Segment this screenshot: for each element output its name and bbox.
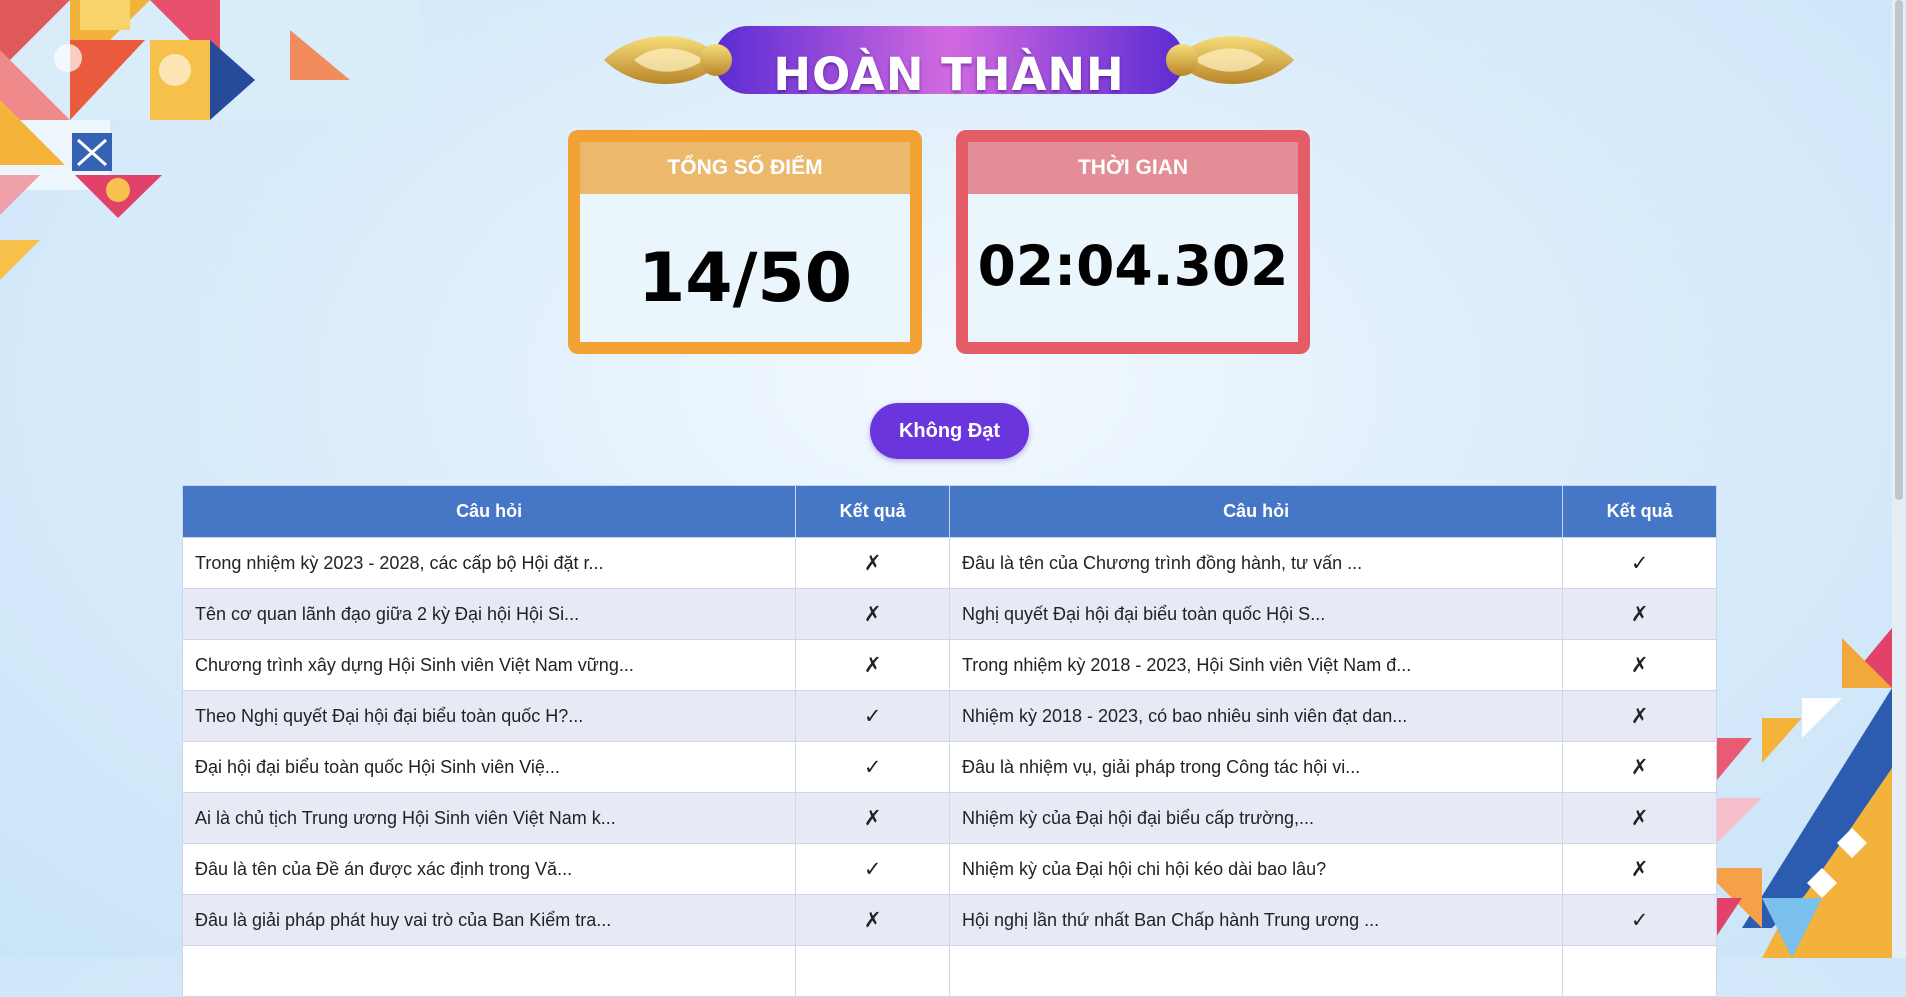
question-cell: Trong nhiệm kỳ 2018 - 2023, Hội Sinh viê… (948, 639, 1564, 691)
table-row: Tên cơ quan lãnh đạo giữa 2 kỳ Đại hội H… (181, 588, 1717, 640)
decorative-pattern-top-left (0, 0, 420, 280)
result-mark: ✓ (1562, 894, 1717, 946)
column-header-result: Kết quả (795, 485, 950, 538)
column-header-question: Câu hỏi (181, 485, 797, 538)
title-banner: HOÀN THÀNH (604, 18, 1294, 102)
scrollbar-thumb[interactable] (1895, 0, 1903, 500)
result-mark: ✓ (795, 741, 950, 793)
result-mark: ✗ (795, 639, 950, 691)
question-cell: Ai là chủ tịch Trung ương Hội Sinh viên … (181, 792, 797, 844)
results-table: Câu hỏi Kết quả Câu hỏi Kết quả Trong nh… (181, 485, 1717, 997)
result-mark: ✗ (795, 894, 950, 946)
question-cell: Đâu là tên của Chương trình đồng hành, t… (948, 537, 1564, 589)
question-cell: Theo Nghị quyết Đại hội đại biểu toàn qu… (181, 690, 797, 742)
table-header-row: Câu hỏi Kết quả Câu hỏi Kết quả (181, 485, 1717, 538)
result-mark: ✗ (795, 537, 950, 589)
result-mark: ✓ (795, 843, 950, 895)
question-cell (948, 945, 1564, 997)
table-row: Đại hội đại biểu toàn quốc Hội Sinh viên… (181, 741, 1717, 793)
result-mark: ✗ (1562, 792, 1717, 844)
question-cell: Nghị quyết Đại hội đại biểu toàn quốc Hộ… (948, 588, 1564, 640)
result-mark: ✗ (795, 588, 950, 640)
table-row: Theo Nghị quyết Đại hội đại biểu toàn qu… (181, 690, 1717, 742)
score-card-label: TỔNG SỐ ĐIỂM (580, 142, 910, 194)
scrollbar[interactable] (1892, 0, 1906, 958)
result-mark (795, 945, 950, 997)
time-card: THỜI GIAN 02:04.302 (956, 130, 1310, 354)
table-row (181, 945, 1717, 997)
result-mark: ✗ (1562, 588, 1717, 640)
result-mark (1562, 945, 1717, 997)
result-mark: ✗ (1562, 741, 1717, 793)
score-value: 14/50 (637, 239, 853, 318)
result-mark: ✓ (1562, 537, 1717, 589)
question-cell: Nhiệm kỳ của Đại hội chi hội kéo dài bao… (948, 843, 1564, 895)
result-mark: ✗ (1562, 843, 1717, 895)
result-status-button[interactable]: Không Đạt (870, 403, 1029, 459)
table-row: Trong nhiệm kỳ 2023 - 2028, các cấp bộ H… (181, 537, 1717, 589)
question-cell: Đâu là nhiệm vụ, giải pháp trong Công tá… (948, 741, 1564, 793)
result-mark: ✗ (795, 792, 950, 844)
question-cell (181, 945, 797, 997)
question-cell: Đại hội đại biểu toàn quốc Hội Sinh viên… (181, 741, 797, 793)
table-row: Đâu là tên của Đề án được xác định trong… (181, 843, 1717, 895)
score-card: TỔNG SỐ ĐIỂM 14/50 (568, 130, 922, 354)
column-header-question: Câu hỏi (948, 485, 1564, 538)
question-cell: Hội nghị lần thứ nhất Ban Chấp hành Trun… (948, 894, 1564, 946)
decorative-pattern-bottom-right (1702, 628, 1892, 958)
result-mark: ✗ (1562, 690, 1717, 742)
table-row: Ai là chủ tịch Trung ương Hội Sinh viên … (181, 792, 1717, 844)
question-cell: Chương trình xây dựng Hội Sinh viên Việt… (181, 639, 797, 691)
time-card-label: THỜI GIAN (968, 142, 1298, 194)
time-value: 02:04.302 (977, 234, 1289, 298)
question-cell: Đâu là tên của Đề án được xác định trong… (181, 843, 797, 895)
column-header-result: Kết quả (1562, 485, 1717, 538)
result-mark: ✓ (795, 690, 950, 742)
question-cell: Tên cơ quan lãnh đạo giữa 2 kỳ Đại hội H… (181, 588, 797, 640)
table-row: Chương trình xây dựng Hội Sinh viên Việt… (181, 639, 1717, 691)
question-cell: Nhiệm kỳ của Đại hội đại biểu cấp trường… (948, 792, 1564, 844)
question-cell: Nhiệm kỳ 2018 - 2023, có bao nhiêu sinh … (948, 690, 1564, 742)
banner-title: HOÀN THÀNH (773, 48, 1125, 101)
table-row: Đâu là giải pháp phát huy vai trò của Ba… (181, 894, 1717, 946)
result-mark: ✗ (1562, 639, 1717, 691)
question-cell: Đâu là giải pháp phát huy vai trò của Ba… (181, 894, 797, 946)
question-cell: Trong nhiệm kỳ 2023 - 2028, các cấp bộ H… (181, 537, 797, 589)
